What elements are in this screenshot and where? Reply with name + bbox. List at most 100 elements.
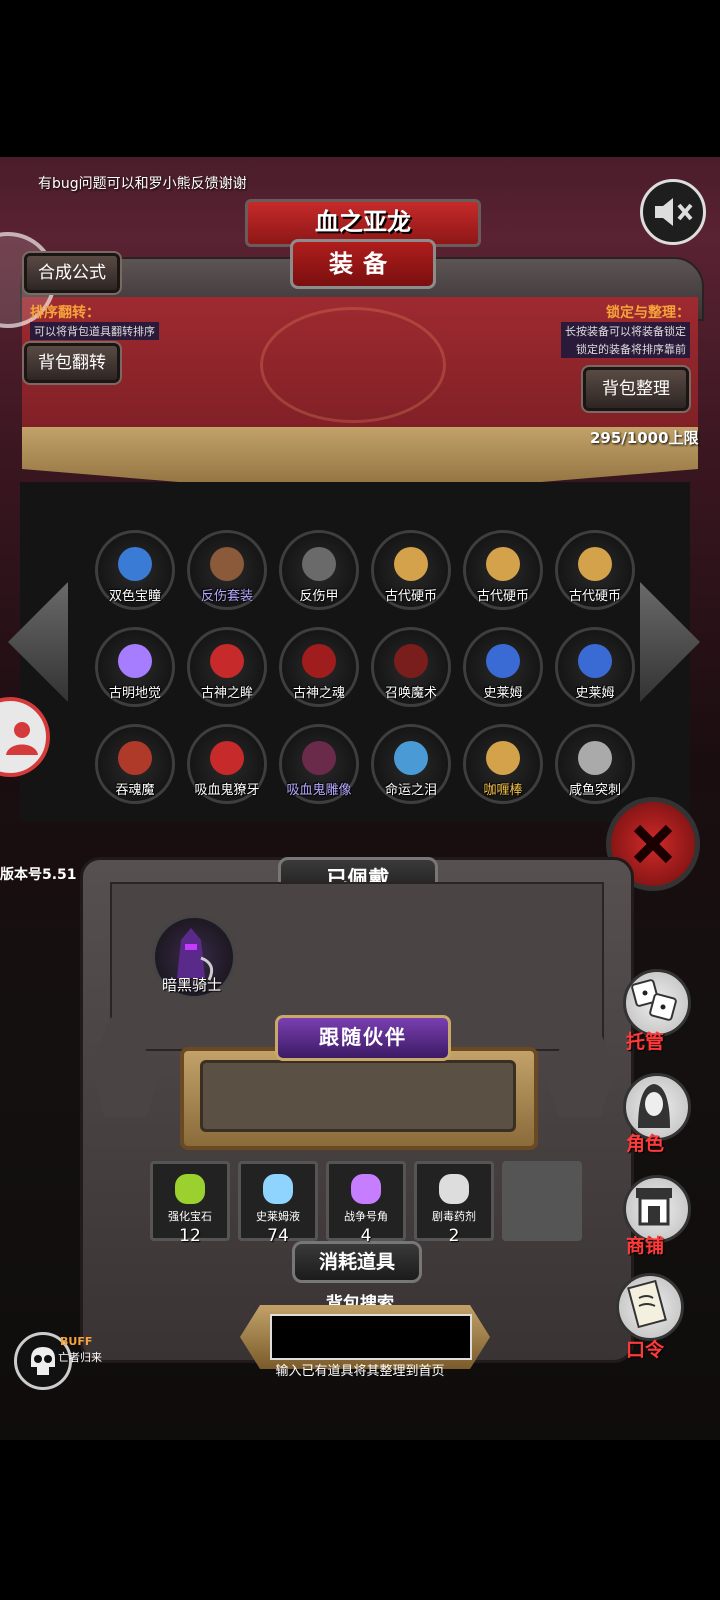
sort-info: 排序翻转： 可以将背包道具翻转排序 (30, 302, 159, 340)
inventory-slot[interactable]: 双色宝瞳 (95, 530, 175, 610)
inventory-slot-label: 古代硬币 (476, 589, 529, 604)
scroll-icon (627, 1279, 667, 1329)
inventory-slot[interactable]: 古明地觉 (95, 627, 175, 707)
inventory-slot-label: 史莱姆 (575, 686, 615, 701)
armor-icon (302, 547, 336, 581)
consumable-slot[interactable]: 战争号角 4 (326, 1161, 406, 1246)
page-title: 装备 (290, 239, 436, 289)
inventory-slot-label: 反伤套装 (200, 589, 253, 604)
inventory-slot-label: 咸鱼突刺 (568, 783, 621, 798)
potion-icon (263, 1174, 293, 1204)
inventory-slot[interactable]: 吸血鬼雕像 (279, 724, 359, 804)
horn-icon (351, 1174, 381, 1204)
buff-label: BUFF (60, 1335, 93, 1348)
inventory-slot[interactable]: 史莱姆 (555, 627, 635, 707)
coin-icon (486, 547, 520, 581)
consumable-slot[interactable]: 强化宝石 12 (150, 1161, 230, 1246)
inventory-slot-label: 史莱姆 (483, 686, 523, 701)
hooded-figure-icon (638, 1084, 670, 1128)
crest-emblem (260, 307, 446, 423)
auto-label: 托管 (626, 1031, 665, 1053)
consumable-label: 剧毒药剂 (432, 1210, 476, 1223)
inventory-slot[interactable]: 吸血鬼獠牙 (187, 724, 267, 804)
pentagram-icon (394, 644, 428, 678)
game-screen: 有bug问题可以和罗小熊反馈谢谢 血之亚龙 装备 合成公式 排序翻转： 可以将背… (0, 157, 720, 1440)
flip-button[interactable]: 背包翻转 (22, 341, 122, 385)
inventory-slot-label: 咖喱棒 (483, 783, 523, 798)
statue-icon (302, 741, 336, 775)
close-icon (633, 824, 673, 864)
inventory-slot[interactable]: 古代硬币 (371, 530, 451, 610)
inventory-slot-label: 命运之泪 (384, 783, 437, 798)
inventory-slot-label: 吸血鬼雕像 (286, 783, 352, 798)
sort-info-label: 排序翻转： (30, 305, 100, 321)
inventory-slot-label: 吸血鬼獠牙 (194, 783, 260, 798)
dice-icon (631, 979, 677, 1021)
inventory-slot[interactable]: 古神之眸 (187, 627, 267, 707)
poison-icon (439, 1174, 469, 1204)
inventory-slot-label: 召唤魔术 (384, 686, 437, 701)
inventory-slot-label: 吞魂魔 (115, 783, 155, 798)
inventory-slot-label: 古神之魂 (292, 686, 345, 701)
inventory-slot[interactable]: 命运之泪 (371, 724, 451, 804)
shop-icon (636, 1188, 672, 1226)
coin-icon (578, 547, 612, 581)
user-icon (6, 722, 38, 755)
inventory-slot[interactable]: 咖喱棒 (463, 724, 543, 804)
inventory-slot-label: 古神之眸 (200, 686, 253, 701)
speaker-muted-icon (655, 198, 693, 226)
soul-icon (302, 644, 336, 678)
consumable-label: 强化宝石 (168, 1210, 212, 1223)
consumable-slot-empty[interactable] (502, 1161, 582, 1241)
consumables-header: 消耗道具 (292, 1241, 422, 1283)
search-input[interactable] (270, 1314, 472, 1360)
fang-icon (210, 741, 244, 775)
shop-label: 商铺 (626, 1235, 665, 1257)
inventory-slot-label: 古代硬币 (384, 589, 437, 604)
sort-info-desc: 可以将背包道具翻转排序 (30, 322, 159, 340)
inventory-slot[interactable]: 古代硬币 (555, 530, 635, 610)
inventory-slot-label: 古明地觉 (108, 686, 161, 701)
inventory-slot[interactable]: 吞魂魔 (95, 724, 175, 804)
companion-slot[interactable] (200, 1060, 516, 1132)
sword-icon (486, 741, 520, 775)
eye-icon (210, 644, 244, 678)
buff-sub: 亡者归来 (58, 1351, 102, 1364)
inventory-slot[interactable]: 反伤套装 (187, 530, 267, 610)
inventory-slot[interactable]: 古代硬币 (463, 530, 543, 610)
code-button[interactable] (616, 1273, 684, 1341)
inventory-slot-label: 反伤甲 (299, 589, 339, 604)
notice-text: 有bug问题可以和罗小熊反馈谢谢 (38, 176, 247, 192)
lock-info-label: 锁定与整理： (606, 305, 690, 321)
gem-icon (175, 1174, 205, 1204)
consumable-count: 2 (448, 1226, 460, 1246)
consumable-label: 战争号角 (344, 1210, 388, 1223)
coin-icon (394, 547, 428, 581)
lock-info-desc1: 长按装备可以将装备锁定 (561, 322, 690, 340)
search-hint: 输入已有道具将其整理到首页 (275, 1364, 445, 1379)
formula-button[interactable]: 合成公式 (22, 251, 122, 295)
consumable-slot[interactable]: 史莱姆液 74 (238, 1161, 318, 1246)
consumable-count: 4 (360, 1226, 372, 1246)
demon-icon (118, 741, 152, 775)
version-label: 版本号5.51 (0, 867, 77, 883)
mute-button[interactable] (640, 179, 706, 245)
inventory-slot[interactable]: 史莱姆 (463, 627, 543, 707)
consumable-slot[interactable]: 剧毒药剂 2 (414, 1161, 494, 1246)
inventory-slot-label: 双色宝瞳 (108, 589, 161, 604)
inventory-slot[interactable]: 咸鱼突刺 (555, 724, 635, 804)
companion-header: 跟随伙伴 (275, 1015, 451, 1061)
skull-icon (31, 1347, 55, 1375)
girl-icon (118, 644, 152, 678)
consumable-count: 74 (267, 1226, 289, 1246)
tear-icon (394, 741, 428, 775)
role-label: 角色 (626, 1133, 665, 1155)
inventory-slot[interactable]: 召唤魔术 (371, 627, 451, 707)
code-label: 口令 (626, 1339, 665, 1361)
inventory-slot[interactable]: 反伤甲 (279, 530, 359, 610)
lock-info-desc2: 锁定的装备将排序靠前 (561, 340, 690, 358)
sort-button[interactable]: 背包整理 (581, 365, 691, 413)
capacity-count: 295/1000上限 (590, 429, 699, 447)
inventory-slot[interactable]: 古神之魂 (279, 627, 359, 707)
slime-icon (486, 644, 520, 678)
